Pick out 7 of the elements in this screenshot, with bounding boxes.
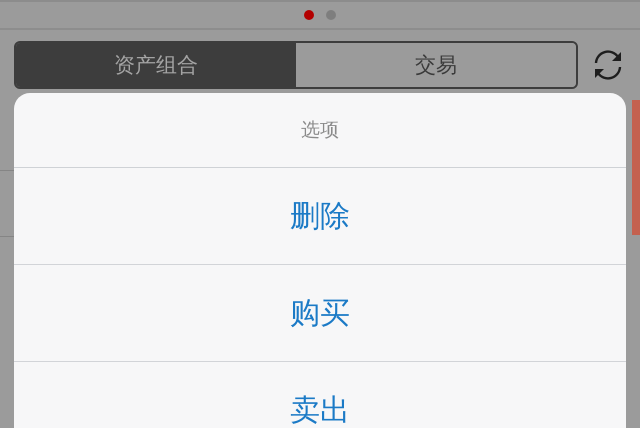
segment-tab[interactable]: 资产组合 bbox=[16, 43, 296, 87]
action-button[interactable]: 购买 bbox=[14, 265, 626, 362]
sheet-title: 选项 bbox=[14, 93, 626, 168]
action-button[interactable]: 卖出 bbox=[14, 362, 626, 428]
page-dot[interactable] bbox=[326, 10, 336, 20]
action-button[interactable]: 删除 bbox=[14, 168, 626, 265]
page-dot[interactable] bbox=[304, 10, 314, 20]
